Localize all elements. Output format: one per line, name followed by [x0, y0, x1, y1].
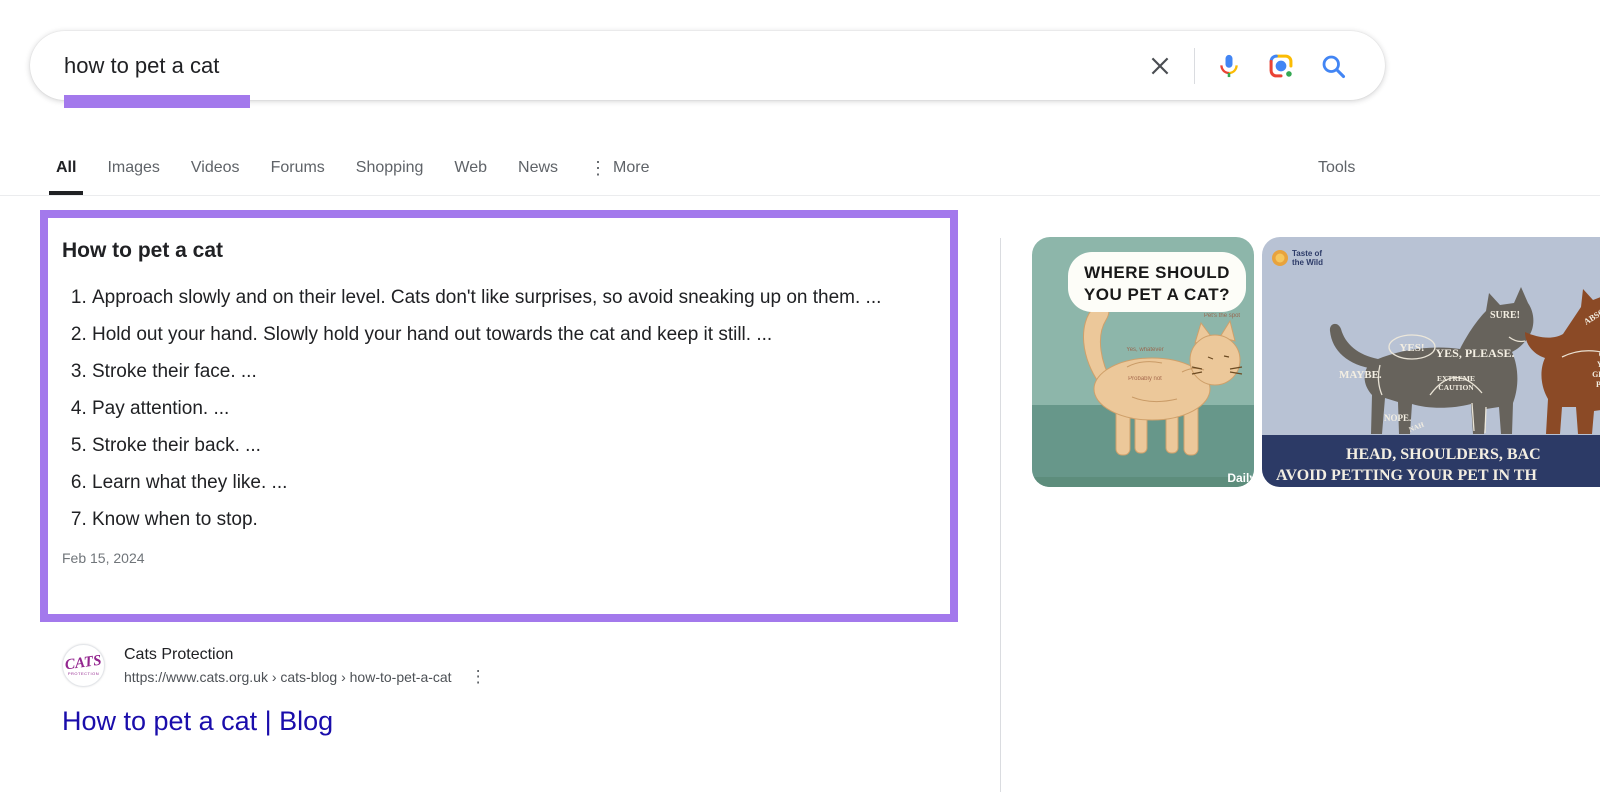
bubble-text-line2: YOU PET A CAT? [1084, 285, 1230, 304]
cat-diagram-micro-label: Probably not [1128, 376, 1162, 382]
source-url-row: https://www.cats.org.uk › cats-blog › ho… [124, 666, 491, 687]
result-source-row: CATS PROTECTION Cats Protection https://… [62, 644, 491, 687]
label-pick: PICK [1596, 380, 1600, 389]
snippet-step: Know when to stop. [92, 505, 930, 534]
label-caution: CAUTION [1438, 383, 1474, 392]
search-icon [1319, 52, 1347, 80]
results-tab-bar: All Images Videos Forums Shopping Web Ne… [0, 140, 1600, 196]
label-yes: YES! [1399, 342, 1424, 354]
tab-images-label: Images [107, 159, 159, 177]
card2-logo-line1: Taste of [1292, 249, 1322, 258]
bubble-text-line1: WHERE SHOULD [1084, 263, 1230, 282]
label-nope: NOPE. [1384, 413, 1411, 423]
tab-shopping-label: Shopping [356, 159, 424, 177]
snippet-step: Learn what they like. ... [92, 468, 930, 497]
label-great: GREAT [1592, 370, 1600, 379]
tab-news[interactable]: News [518, 140, 558, 195]
snippet-step: Stroke their back. ... [92, 431, 930, 460]
more-vertical-dots-icon: ⋮ [589, 159, 607, 177]
cats-protection-favicon[interactable]: CATS PROTECTION [62, 644, 105, 687]
query-highlight-annotation [64, 95, 250, 108]
mic-icon [1215, 52, 1243, 80]
column-divider [1000, 238, 1001, 792]
search-input[interactable] [30, 53, 1134, 79]
label-extreme: EXTREME [1437, 374, 1475, 383]
tools-button[interactable]: Tools [1318, 140, 1355, 195]
featured-snippet-box: How to pet a cat Approach slowly and on … [40, 210, 958, 622]
result-options-kebab-icon[interactable]: ⋮ [466, 666, 491, 687]
tab-all[interactable]: All [56, 140, 76, 195]
snippet-step: Stroke their face. ... [92, 357, 930, 386]
clear-search-button[interactable] [1134, 44, 1186, 88]
tab-web-label: Web [454, 159, 487, 177]
tab-web[interactable]: Web [454, 140, 487, 195]
banner-text-line2: AVOID PETTING YOUR PET IN TH [1276, 467, 1537, 484]
tab-videos[interactable]: Videos [191, 140, 240, 195]
lens-icon [1267, 52, 1295, 80]
snippet-steps-list: Approach slowly and on their level. Cats… [92, 283, 930, 534]
source-site-name[interactable]: Cats Protection [124, 644, 491, 666]
google-lens-button[interactable] [1255, 44, 1307, 88]
tab-videos-label: Videos [191, 159, 240, 177]
snippet-step: Approach slowly and on their level. Cats… [92, 283, 930, 312]
tab-all-label: All [56, 159, 76, 177]
tools-label: Tools [1318, 159, 1355, 177]
image-result-where-to-pet-cat[interactable]: Pet's the spot Yes, whatever Probably no… [1032, 237, 1254, 487]
source-breadcrumb: https://www.cats.org.uk › cats-blog › ho… [124, 667, 452, 687]
search-bar-icons [1134, 44, 1385, 88]
tab-forums[interactable]: Forums [271, 140, 325, 195]
cat-diagram-micro-label: Pet's the spot [1204, 313, 1241, 319]
result-title-link[interactable]: How to pet a cat | Blog [62, 706, 333, 737]
tabs-list: All Images Videos Forums Shopping Web Ne… [56, 140, 650, 195]
tab-more[interactable]: ⋮ More [589, 140, 649, 195]
tab-more-label: More [613, 159, 649, 177]
cat-diagram-micro-label: Yes, whatever [1126, 347, 1163, 353]
cat-petting-diagram-illustration: Pet's the spot Yes, whatever Probably no… [1032, 237, 1254, 487]
image-result-pet-your-pet-chart[interactable]: Taste of the Wild MAYBE. YES! YES, PLEAS… [1262, 237, 1600, 487]
snippet-step: Hold out your hand. Slowly hold your han… [92, 320, 930, 349]
tab-news-label: News [518, 159, 558, 177]
banner-text-line1: HEAD, SHOULDERS, BAC [1346, 446, 1541, 463]
snippet-date: Feb 15, 2024 [62, 550, 930, 566]
search-icons-divider [1194, 48, 1195, 84]
tab-shopping[interactable]: Shopping [356, 140, 424, 195]
pet-chart-illustration: Taste of the Wild MAYBE. YES! YES, PLEAS… [1262, 237, 1600, 487]
card2-logo-line2: the Wild [1292, 258, 1323, 267]
close-icon [1147, 53, 1173, 79]
label-yes-please: YES, PLEASE. [1435, 346, 1514, 360]
source-text-block: Cats Protection https://www.cats.org.uk … [124, 644, 491, 687]
search-bar[interactable] [30, 31, 1385, 100]
tab-forums-label: Forums [271, 159, 325, 177]
label-maybe: MAYBE. [1339, 369, 1382, 381]
tab-images[interactable]: Images [107, 140, 159, 195]
card1-watermark: Daily [1227, 471, 1254, 485]
search-submit-button[interactable] [1307, 44, 1359, 88]
snippet-title: How to pet a cat [62, 239, 930, 263]
voice-search-button[interactable] [1203, 44, 1255, 88]
snippet-step: Pay attention. ... [92, 394, 930, 423]
label-sure: SURE! [1490, 310, 1520, 321]
